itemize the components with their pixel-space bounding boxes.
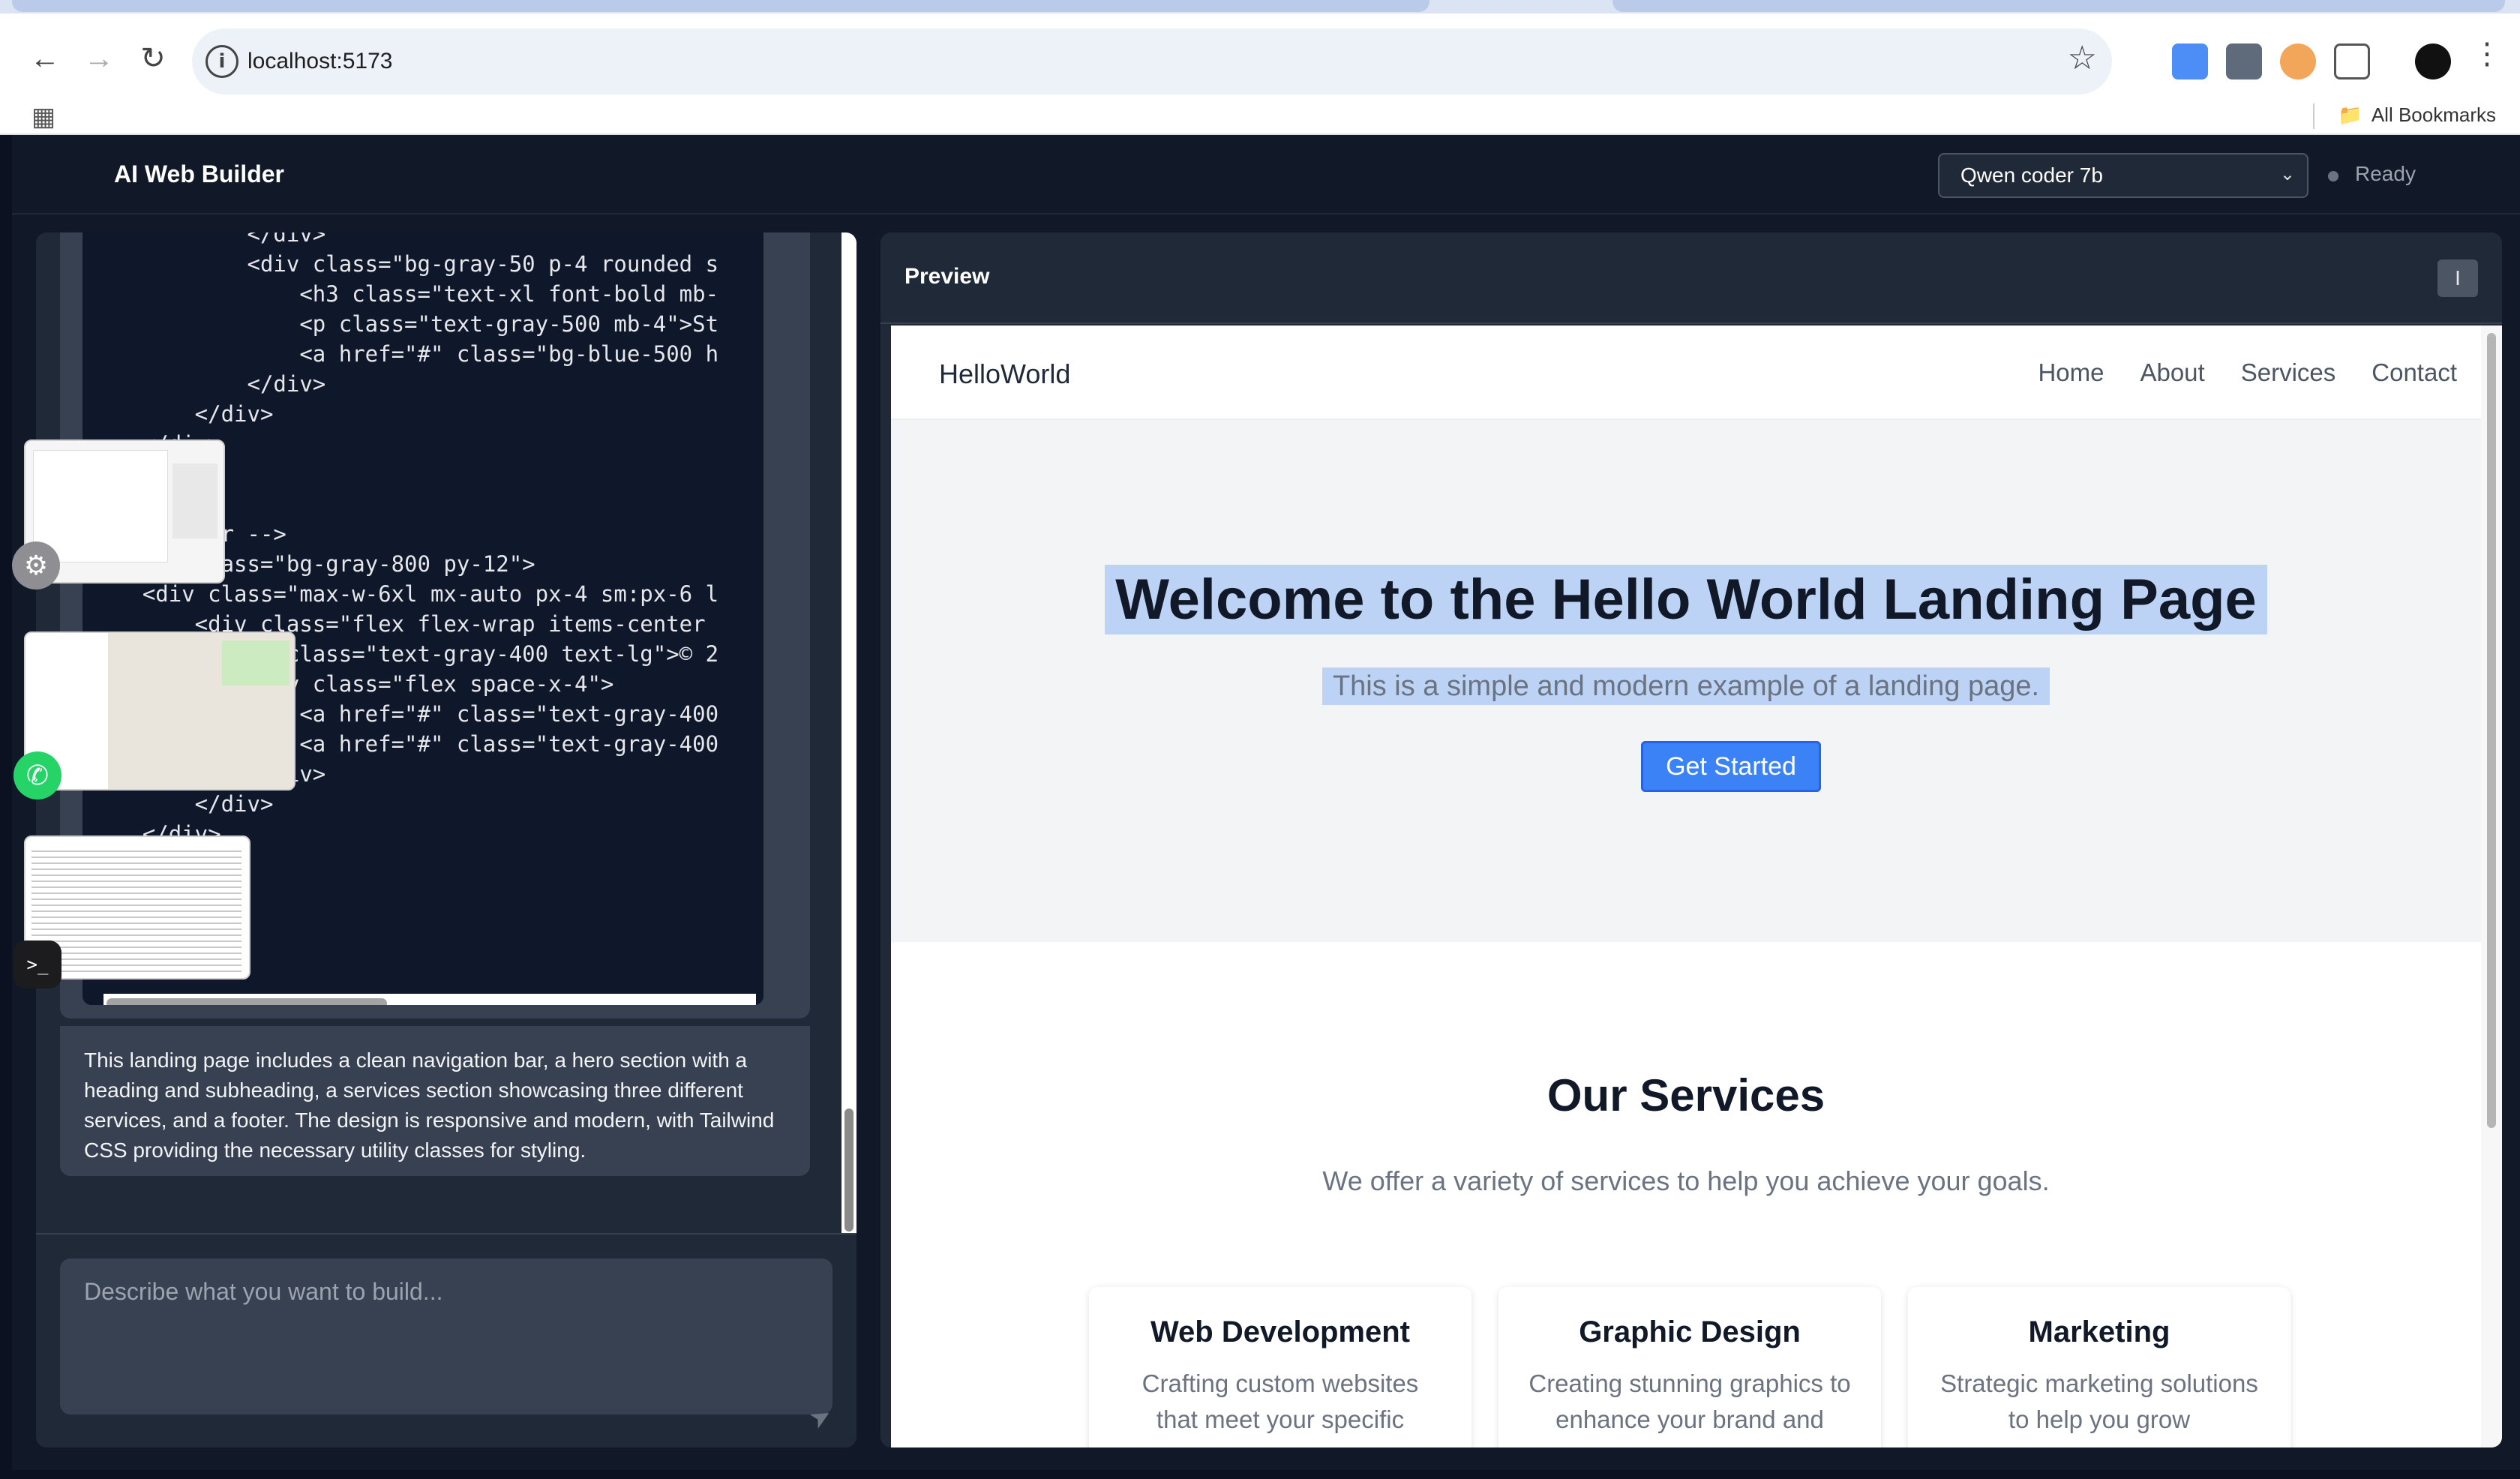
service-card: Marketing Strategic marketing solutions … [1908,1287,2290,1448]
browser-toolbar: ← → ↻ i localhost:5173 ☆ ⋮ [0,14,2520,96]
preview-title: Preview [904,264,990,289]
extension-icon[interactable] [2172,44,2208,80]
apps-grid-icon[interactable]: ▦ [32,102,56,132]
service-card-text: Strategic marketing solutions to help yo… [1940,1370,2258,1433]
kebab-menu-icon[interactable]: ⋮ [2463,30,2511,78]
scrollbar-thumb[interactable] [2487,333,2496,1128]
app-title: AI Web Builder [114,160,284,188]
status-text: Ready [2355,162,2416,185]
terminal-icon[interactable]: >_ [14,940,62,988]
services-title: Our Services [1546,1070,1826,1120]
code-line: <div class="max-w-6xl mx-auto px-4 sm:px… [90,581,719,607]
service-card: Web Development Crafting custom websites… [1089,1287,1472,1448]
hero-title-text: Welcome to the Hello World Landing Page [1105,565,2267,634]
scrollbar-thumb[interactable] [106,998,387,1005]
cast-icon[interactable] [2226,44,2262,80]
site-nav-about[interactable]: About [2140,358,2204,387]
puzzle-icon[interactable] [2334,44,2370,80]
settings-gear-icon[interactable]: ⚙ [12,542,60,590]
extension-icon[interactable] [2280,44,2316,80]
get-started-button[interactable]: Get Started [1641,741,1821,792]
bookmark-star-icon[interactable]: ☆ [2068,39,2097,77]
model-select-value: Qwen coder 7b [1960,164,2103,187]
app-header: AI Web Builder Qwen coder 7b ⌄ Ready [12,135,2520,214]
chat-input-area: Describe what you want to build... ➤ [36,1233,856,1448]
code-line: <a href="#" class="bg-blue-500 h [90,341,719,367]
site-hero: Welcome to the Hello World Landing Page … [891,420,2481,942]
chevron-down-icon: ⌄ [2279,164,2295,184]
code-horizontal-scrollbar[interactable] [104,994,756,1005]
model-select[interactable]: Qwen coder 7b ⌄ [1938,153,2308,198]
preview-panel: Preview I HelloWorld Home About Services… [880,232,2502,1448]
site-nav-home[interactable]: Home [2038,358,2104,387]
code-line: <h3 class="text-xl font-bold mb- [90,281,719,307]
preview-header: Preview I [880,232,2502,324]
thumbnail-content [32,846,242,972]
whatsapp-icon[interactable]: ✆ [14,752,62,800]
thumbnail-content [222,640,290,686]
code-line: </div> [90,401,274,427]
service-card-text: Crafting custom websites that meet your … [1142,1370,1419,1433]
folder-icon: 📁 [2338,104,2362,126]
hero-title: Welcome to the Hello World Landing Page [891,565,2481,634]
browser-tab-strip [0,0,2520,14]
code-line: <div class="bg-gray-50 p-4 rounded s [90,251,719,277]
assistant-summary: This landing page includes a clean navig… [60,1026,810,1176]
service-card-title: Graphic Design [1579,1316,1801,1348]
site-nav-services[interactable]: Services [2241,358,2336,387]
thumbnail-content [172,464,218,538]
address-bar[interactable]: i localhost:5173 ☆ [192,28,2112,94]
code-line: </div> [90,371,326,397]
code-line: </div> [90,232,326,247]
bookmark-separator [2313,104,2314,129]
service-card-text: Creating stunning graphics to enhance yo… [1528,1370,1851,1433]
forward-icon[interactable]: → [75,34,123,82]
service-card: Graphic Design Creating stunning graphic… [1498,1287,1881,1448]
site-info-icon[interactable]: i [206,45,238,78]
url-text[interactable]: localhost:5173 [248,45,392,78]
site-navbar: HelloWorld Home About Services Contact [891,326,2481,420]
site-brand[interactable]: HelloWorld [939,358,1070,390]
text-cursor-icon[interactable]: I [2438,260,2478,297]
app-root: AI Web Builder Qwen coder 7b ⌄ Ready </d… [12,135,2520,1470]
reload-icon[interactable]: ↻ [129,34,177,82]
all-bookmarks-button[interactable]: 📁 All Bookmarks [2338,104,2496,127]
service-card-title: Web Development [1150,1316,1410,1348]
service-card-title: Marketing [2028,1316,2170,1348]
code-line: <p class="text-gray-500 mb-4">St [90,311,719,337]
services-subtitle: We offer a variety of services to help y… [1322,1166,2050,1196]
thumbnail-content [33,450,168,562]
whatsapp-window-thumbnail[interactable] [24,632,296,790]
hero-subtitle-text: This is a simple and modern example of a… [1322,668,2050,705]
all-bookmarks-label: All Bookmarks [2371,104,2496,126]
preview-frame[interactable]: HelloWorld Home About Services Contact W… [891,326,2502,1448]
prompt-input[interactable]: Describe what you want to build... [60,1258,832,1414]
site-nav-links: Home About Services Contact [2038,358,2457,387]
scrollbar-thumb[interactable] [844,1108,854,1232]
site-services: Our Services We offer a variety of servi… [891,942,2481,1448]
site-nav-contact[interactable]: Contact [2372,358,2457,387]
preview-vertical-scrollbar[interactable] [2481,326,2502,1448]
hero-subtitle: This is a simple and modern example of a… [891,668,2481,705]
bookmarks-bar: ▦ 📁 All Bookmarks [0,96,2520,135]
profile-avatar[interactable] [2415,44,2451,80]
browser-tab[interactable] [1612,0,2505,12]
code-line: </div> [90,791,274,817]
browser-tab[interactable] [12,0,1430,12]
status-dot [2328,171,2338,182]
back-icon[interactable]: ← [21,34,69,82]
chat-vertical-scrollbar[interactable] [842,232,856,1233]
